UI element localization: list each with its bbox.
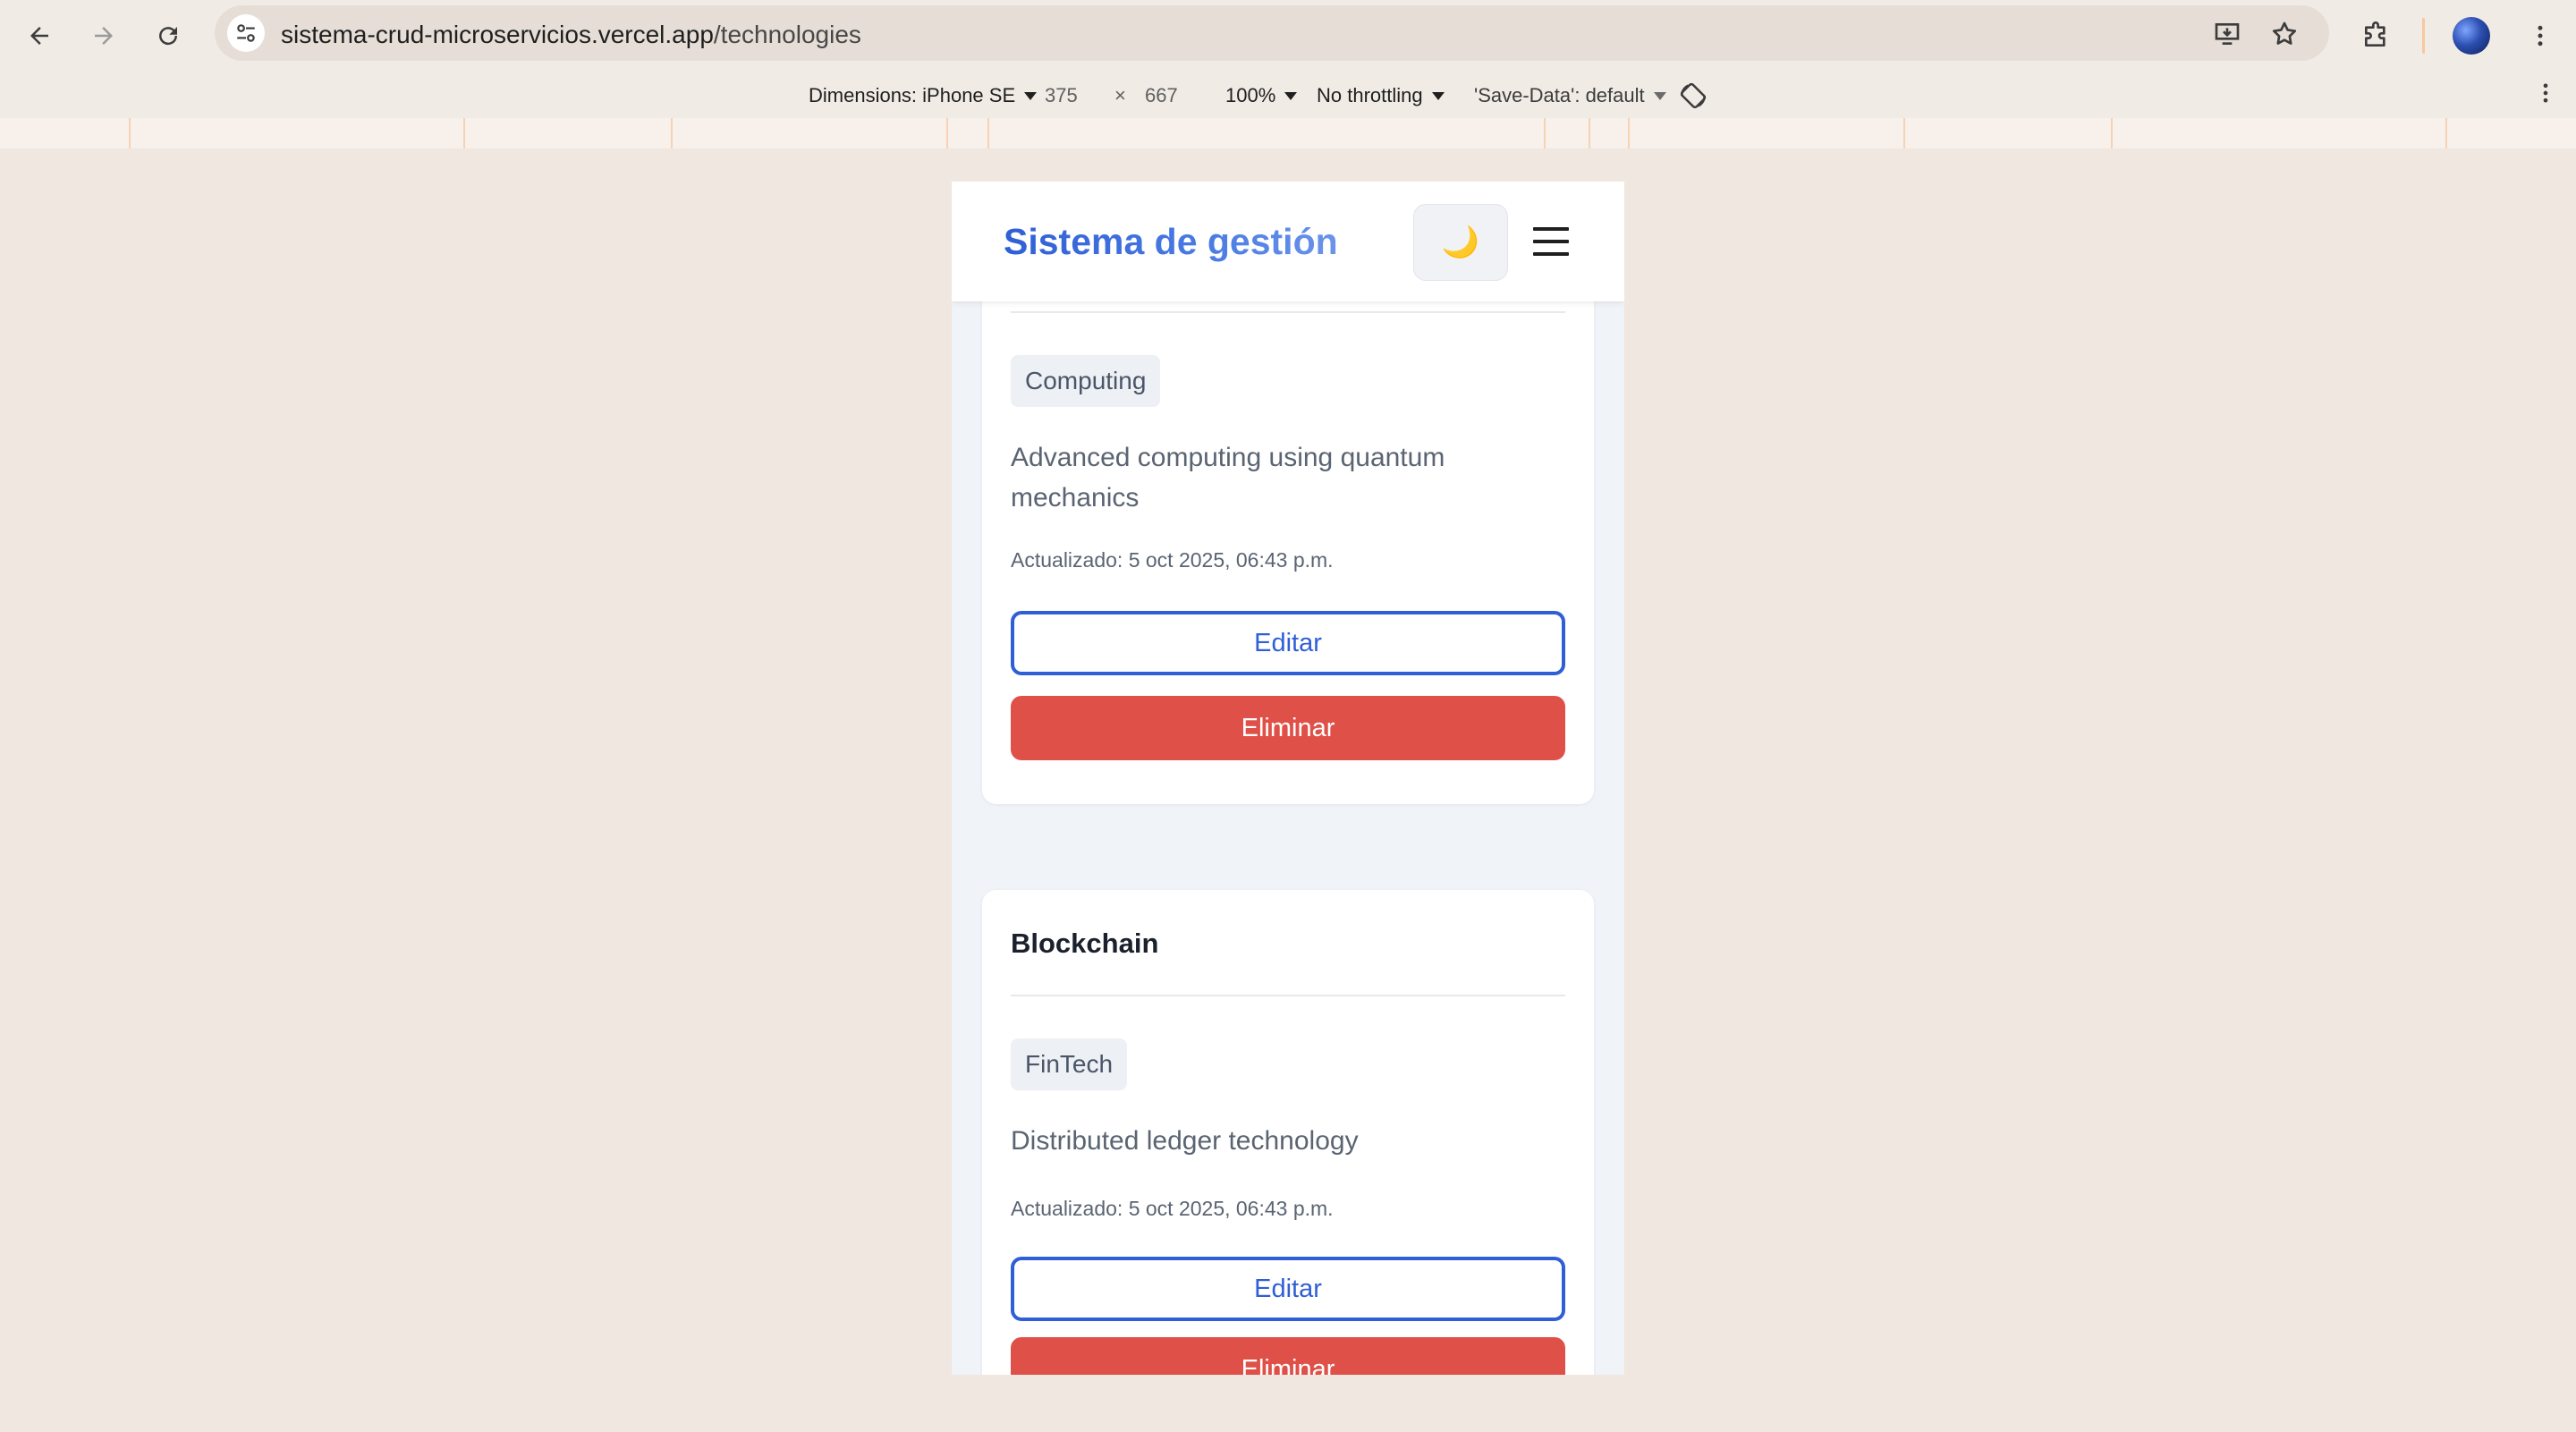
ruler-tick xyxy=(671,118,673,148)
ruler-tick xyxy=(946,118,948,148)
dimensions-label: Dimensions: iPhone SE xyxy=(809,84,1016,106)
card-divider xyxy=(1011,995,1565,996)
brand-title[interactable]: Sistema de gestión xyxy=(1004,221,1338,263)
more-vertical-icon[interactable] xyxy=(2533,80,2558,106)
site-info-icon[interactable] xyxy=(227,14,265,52)
updated-timestamp: Actualizado: 5 oct 2025, 06:43 p.m. xyxy=(1011,1197,1334,1220)
emulated-viewport: Computing Advanced computing using quant… xyxy=(952,182,1624,1375)
theme-toggle-button[interactable]: 🌙 xyxy=(1413,204,1508,281)
browser-toolbar: sistema-crud-microservicios.vercel.app/t… xyxy=(0,0,2576,72)
menu-bar xyxy=(1533,227,1569,231)
edit-button[interactable]: Editar xyxy=(1011,1257,1565,1321)
ruler-tick xyxy=(129,118,131,148)
forward-arrow-icon[interactable] xyxy=(82,14,125,57)
delete-button[interactable]: Eliminar xyxy=(1011,696,1565,760)
width-input[interactable]: 375 xyxy=(1045,84,1078,107)
url-host: sistema-crud-microservicios.vercel.app xyxy=(281,21,714,48)
extensions-puzzle-icon[interactable] xyxy=(2354,14,2397,57)
dimensions-select[interactable]: Dimensions: iPhone SE xyxy=(809,84,1038,107)
ruler-tick xyxy=(1903,118,1905,148)
menu-bar xyxy=(1533,240,1569,243)
ruler-tick xyxy=(463,118,465,148)
ruler-tick xyxy=(2445,118,2447,148)
install-app-icon[interactable] xyxy=(2209,16,2245,52)
save-data-value: 'Save-Data': default xyxy=(1474,84,1645,106)
times-glyph: × xyxy=(1114,84,1126,106)
throttling-select[interactable]: No throttling xyxy=(1317,84,1445,107)
delete-button[interactable]: Eliminar xyxy=(1011,1337,1565,1375)
chevron-down-icon xyxy=(1653,91,1666,100)
save-data-select[interactable]: 'Save-Data': default xyxy=(1474,84,1666,107)
moon-icon: 🌙 xyxy=(1441,225,1480,259)
height-value: 667 xyxy=(1145,84,1178,106)
card-title: Blockchain xyxy=(1011,928,1159,959)
back-arrow-icon[interactable] xyxy=(18,14,61,57)
device-toolbar: Dimensions: iPhone SE 375 × 667 100% No … xyxy=(0,72,2576,118)
edit-button[interactable]: Editar xyxy=(1011,611,1565,675)
chevron-down-icon xyxy=(1024,91,1038,100)
throttling-value: No throttling xyxy=(1317,84,1423,106)
hamburger-menu-icon[interactable] xyxy=(1531,221,1571,262)
category-badge: Computing xyxy=(1011,355,1161,407)
more-vertical-icon[interactable] xyxy=(2519,14,2562,57)
card-description: Distributed ledger technology xyxy=(1011,1126,1359,1156)
toolbar-divider xyxy=(2422,18,2425,54)
category-badge: FinTech xyxy=(1011,1038,1128,1090)
reload-icon[interactable] xyxy=(147,14,190,57)
ruler-tick xyxy=(987,118,989,148)
chevron-down-icon xyxy=(1431,91,1445,100)
address-bar[interactable]: sistema-crud-microservicios.vercel.app/t… xyxy=(215,5,2329,61)
card-description: Advanced computing using quantum mechani… xyxy=(1011,443,1445,513)
dimension-times: × xyxy=(1114,84,1126,107)
card-divider xyxy=(1011,311,1565,313)
width-value: 375 xyxy=(1045,84,1078,106)
ruler-tick xyxy=(1544,118,1546,148)
updated-timestamp: Actualizado: 5 oct 2025, 06:43 p.m. xyxy=(1011,548,1334,572)
app-header: Sistema de gestión 🌙 xyxy=(952,182,1624,301)
technology-card: Blockchain FinTech Distributed ledger te… xyxy=(982,890,1594,1375)
media-query-ruler[interactable] xyxy=(0,118,2576,149)
zoom-value: 100% xyxy=(1225,84,1276,106)
ruler-tick xyxy=(1589,118,1590,148)
url-path: /technologies xyxy=(713,21,861,48)
menu-bar xyxy=(1533,252,1569,256)
ruler-tick xyxy=(1628,118,1630,148)
rotate-device-icon[interactable] xyxy=(1678,80,1708,111)
zoom-select[interactable]: 100% xyxy=(1225,84,1298,107)
bookmark-star-icon[interactable] xyxy=(2267,16,2302,52)
ruler-tick xyxy=(2111,118,2113,148)
height-input[interactable]: 667 xyxy=(1145,84,1178,107)
chevron-down-icon xyxy=(1284,91,1298,100)
profile-avatar[interactable] xyxy=(2453,17,2490,55)
url-text: sistema-crud-microservicios.vercel.app/t… xyxy=(281,21,861,49)
